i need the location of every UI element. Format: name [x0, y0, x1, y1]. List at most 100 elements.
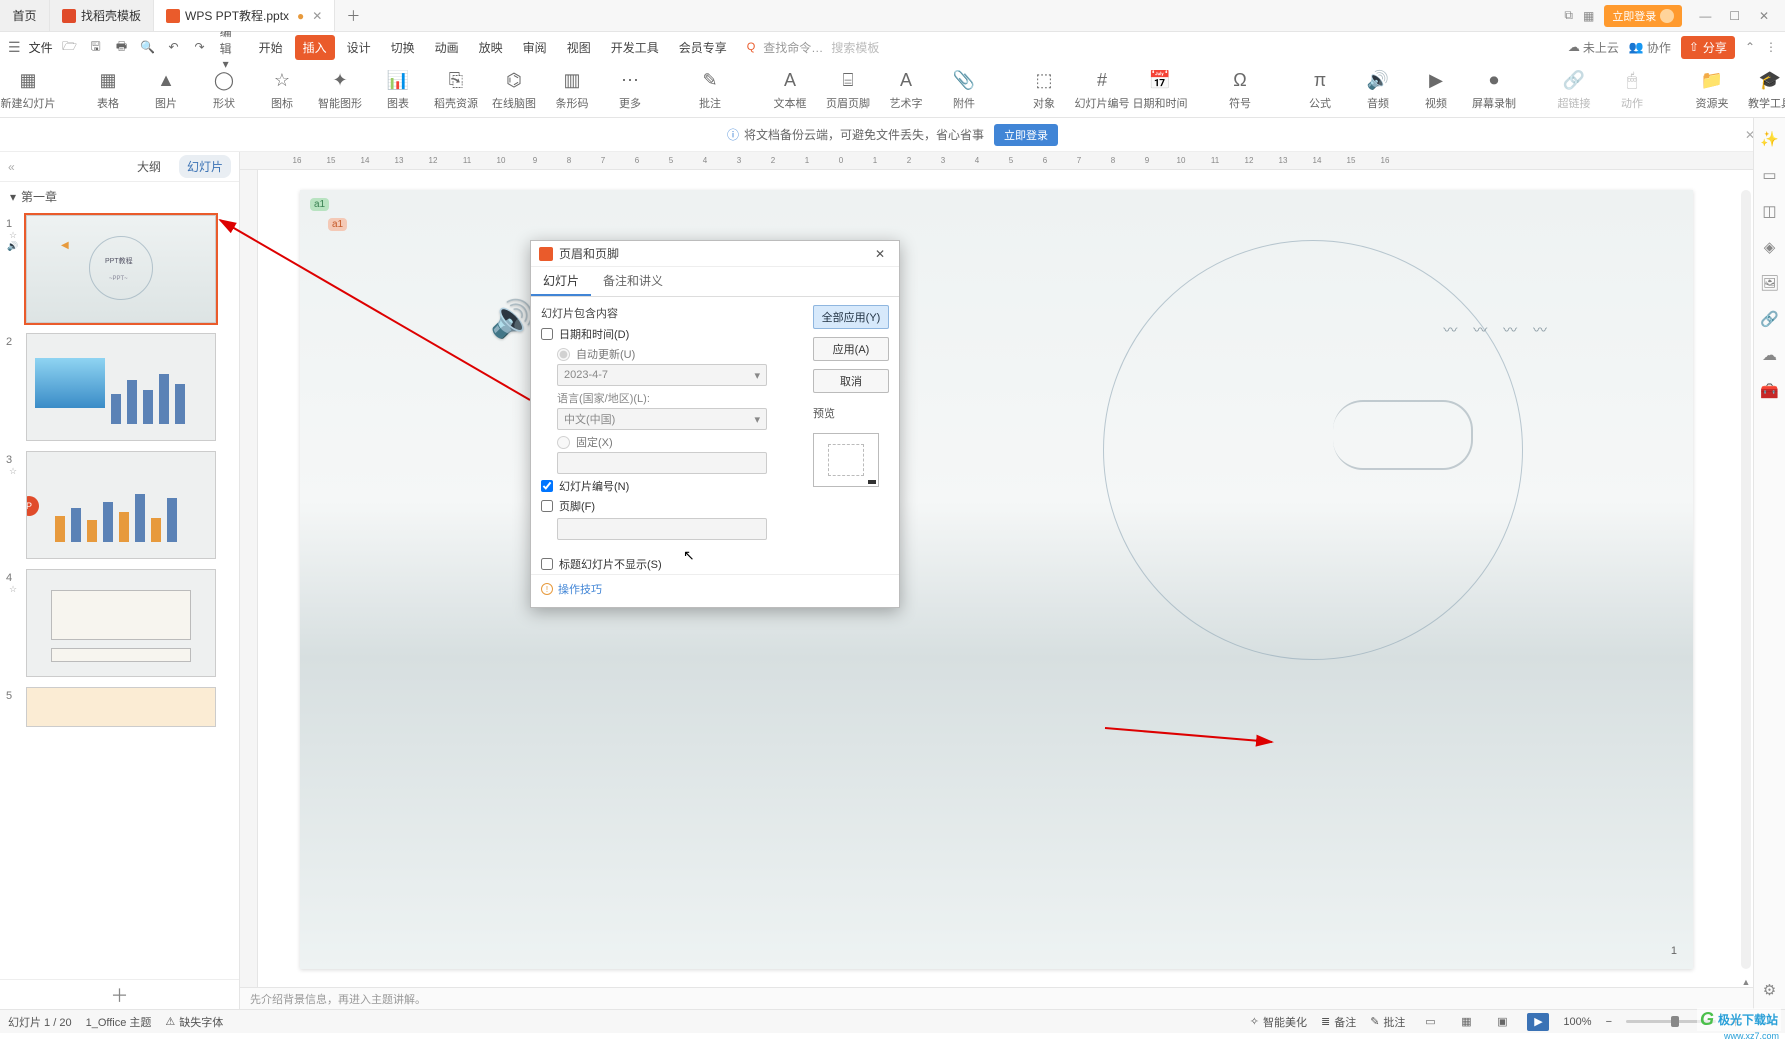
tb-comment[interactable]: ✎批注 — [692, 69, 728, 111]
tb-barcode[interactable]: ▥条形码 — [554, 69, 590, 111]
rr-style-icon[interactable]: ◫ — [1762, 202, 1776, 220]
tb-smart[interactable]: ✦智能图形 — [322, 69, 358, 111]
cancel-button[interactable]: 取消 — [813, 369, 889, 393]
dialog-tips[interactable]: ! 操作技巧 — [531, 574, 899, 607]
ribbon-tab-slideshow[interactable]: 放映 — [471, 35, 511, 60]
ribbon-tab-member[interactable]: 会员专享 — [671, 35, 735, 60]
tb-more[interactable]: ⋯更多 — [612, 69, 648, 111]
rr-cloud-icon[interactable]: ☁ — [1762, 346, 1777, 364]
ribbon-tab-view[interactable]: 视图 — [559, 35, 599, 60]
tb-table[interactable]: ▦表格 — [90, 69, 126, 111]
rr-slide-icon[interactable]: ▭ — [1762, 166, 1776, 184]
outline-tab-outline[interactable]: 大纲 — [129, 155, 169, 178]
thumbnail-slide-4[interactable] — [26, 569, 216, 677]
qat-print-preview-icon[interactable]: 🔍 — [139, 40, 157, 54]
tb-shape[interactable]: ◯形状 — [206, 69, 242, 111]
view-sorter-icon[interactable]: ▦ — [1455, 1013, 1477, 1031]
dialog-tab-slide[interactable]: 幻灯片 — [531, 267, 591, 296]
tb-icon[interactable]: ☆图标 — [264, 69, 300, 111]
menu-icon[interactable]: ☰ — [8, 39, 21, 56]
tb-audio[interactable]: 🔊音频 — [1360, 69, 1396, 111]
tb-image[interactable]: ▲图片 — [148, 69, 184, 111]
footer-checkbox-row[interactable]: 页脚(F) — [541, 498, 803, 514]
speaker-notes[interactable]: 先介绍背景信息，再进入主题讲解。 — [240, 987, 1753, 1009]
footer-checkbox[interactable] — [541, 500, 553, 512]
tab-current-file[interactable]: WPS PPT教程.pptx ● ✕ — [154, 0, 335, 31]
slidenum-checkbox-row[interactable]: 幻灯片编号(N) — [541, 478, 803, 494]
datetime-checkbox[interactable] — [541, 328, 553, 340]
speaker-icon[interactable]: 🔊 — [490, 298, 535, 340]
share-button[interactable]: ⇧分享 — [1681, 36, 1735, 59]
ribbon-tab-start[interactable]: 开始 — [251, 35, 291, 60]
zoom-out-icon[interactable]: − — [1606, 1016, 1612, 1028]
rr-diamond-icon[interactable]: ◈ — [1764, 238, 1776, 256]
vertical-scrollbar[interactable] — [1741, 190, 1751, 969]
thumbnail-slide-5[interactable] — [26, 687, 216, 727]
tb-symbol[interactable]: Ω符号 — [1222, 69, 1258, 111]
chapter-header[interactable]: ▾第一章 — [0, 182, 239, 211]
tb-teach[interactable]: 🎓教学工具 — [1752, 69, 1785, 111]
tb-daoke[interactable]: ⎘稻壳资源 — [438, 69, 474, 111]
view-slideshow-icon[interactable]: ▶ — [1527, 1013, 1549, 1031]
tab-template[interactable]: 找稻壳模板 — [50, 0, 154, 31]
tab-home[interactable]: 首页 — [0, 0, 50, 31]
collapse-ribbon-icon[interactable]: ⌃ — [1745, 40, 1755, 54]
file-menu[interactable]: 文件 — [29, 39, 53, 56]
apply-all-button[interactable]: 全部应用(Y) — [813, 305, 889, 329]
search-command-placeholder[interactable]: 查找命令… — [763, 39, 823, 56]
tb-video[interactable]: ▶视频 — [1418, 69, 1454, 111]
tb-datetime[interactable]: 📅日期和时间 — [1142, 69, 1178, 111]
view-reading-icon[interactable]: ▣ — [1491, 1013, 1513, 1031]
ribbon-tab-review[interactable]: 审阅 — [515, 35, 555, 60]
tb-attach[interactable]: 📎附件 — [946, 69, 982, 111]
close-window-icon[interactable]: ✕ — [1751, 3, 1777, 29]
apps-grid-icon[interactable]: ▦ — [1583, 9, 1594, 23]
maximize-icon[interactable]: ☐ — [1722, 3, 1748, 29]
tb-mindmap[interactable]: ⌬在线脑图 — [496, 69, 532, 111]
tb-screenrec[interactable]: ⏺屏幕录制 — [1476, 69, 1512, 111]
outline-tab-slides[interactable]: 幻灯片 — [179, 155, 231, 178]
tb-action[interactable]: 🖱动作 — [1614, 69, 1650, 111]
status-notes-toggle[interactable]: ≣备注 — [1321, 1014, 1356, 1030]
scroll-up-icon[interactable]: ▲ — [1741, 977, 1751, 987]
zoom-label[interactable]: 100% — [1563, 1016, 1591, 1028]
qat-save-icon[interactable]: 🖫 — [87, 37, 105, 58]
tb-hyperlink[interactable]: 🔗超链接 — [1556, 69, 1592, 111]
tb-wordart[interactable]: A艺术字 — [888, 69, 924, 111]
ribbon-tab-insert[interactable]: 插入 — [295, 35, 335, 60]
status-comments-toggle[interactable]: ✎批注 — [1370, 1014, 1405, 1030]
fixed-radio[interactable] — [557, 436, 570, 449]
language-combo[interactable]: 中文(中国)▾ — [557, 408, 767, 430]
rr-link-icon[interactable]: 🔗 — [1760, 310, 1779, 328]
slidenum-checkbox[interactable] — [541, 480, 553, 492]
search-template-placeholder[interactable]: 搜索模板 — [831, 39, 879, 56]
rr-settings-icon[interactable]: ⚙ — [1763, 981, 1776, 999]
banner-login-button[interactable]: 立即登录 — [994, 124, 1058, 146]
hide-title-checkbox[interactable] — [541, 558, 553, 570]
tb-object[interactable]: ⬚对象 — [1026, 69, 1062, 111]
close-tab-icon[interactable]: ✕ — [312, 9, 322, 23]
auto-update-radio-row[interactable]: 自动更新(U) — [557, 346, 803, 362]
rr-image-icon[interactable]: 🖼 — [1760, 274, 1779, 292]
thumbnail-slide-3[interactable]: P — [26, 451, 216, 559]
tb-resource[interactable]: 📁资源夹 — [1694, 69, 1730, 111]
ribbon-tab-design[interactable]: 设计 — [339, 35, 379, 60]
dialog-tab-notes[interactable]: 备注和讲义 — [591, 267, 675, 296]
ribbon-tab-transition[interactable]: 切换 — [383, 35, 423, 60]
rr-wand-icon[interactable]: ✨ — [1760, 130, 1779, 148]
ribbon-tab-devtools[interactable]: 开发工具 — [603, 35, 667, 60]
tb-formula[interactable]: π公式 — [1302, 69, 1338, 111]
status-theme[interactable]: 1_Office 主题 — [86, 1014, 152, 1030]
collapse-outline-icon[interactable]: « — [8, 160, 15, 174]
view-normal-icon[interactable]: ▭ — [1419, 1013, 1441, 1031]
status-beautify[interactable]: ✧智能美化 — [1250, 1014, 1307, 1030]
qat-open-icon[interactable]: 🗁 — [61, 37, 79, 58]
add-tab-button[interactable]: ＋ — [335, 0, 371, 31]
add-slide-button[interactable]: ＋ — [0, 979, 239, 1009]
status-missing-font[interactable]: ⚠缺失字体 — [165, 1014, 223, 1030]
rr-toolbox-icon[interactable]: 🧰 — [1760, 382, 1779, 400]
footer-text-input[interactable] — [557, 518, 767, 540]
collaborate-button[interactable]: 👥协作 — [1629, 39, 1671, 56]
dialog-close-icon[interactable]: ✕ — [869, 245, 891, 263]
slide-canvas[interactable]: a1 a1 🔊 〰 〰 〰 〰 1 — [300, 190, 1693, 969]
